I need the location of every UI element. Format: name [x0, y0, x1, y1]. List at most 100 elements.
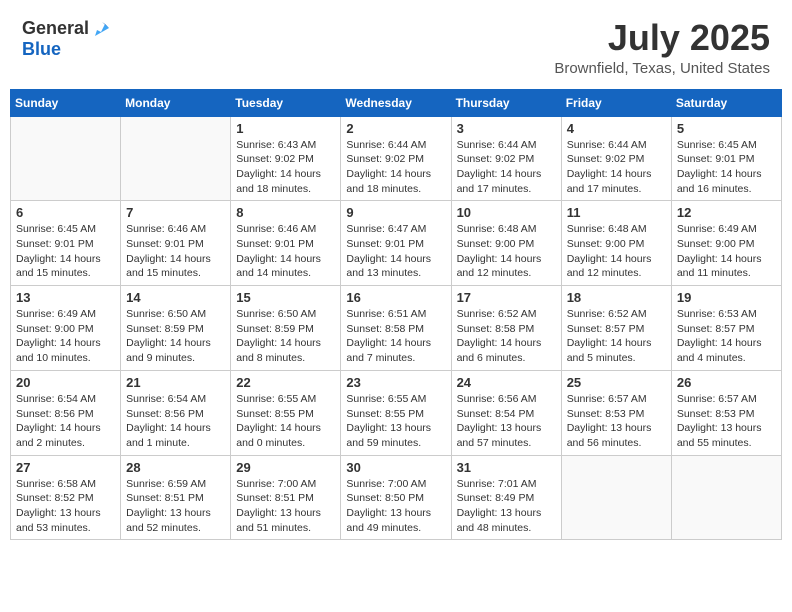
calendar-cell: 10Sunrise: 6:48 AM Sunset: 9:00 PM Dayli…	[451, 201, 561, 286]
day-number: 27	[16, 460, 115, 475]
calendar-cell: 17Sunrise: 6:52 AM Sunset: 8:58 PM Dayli…	[451, 286, 561, 371]
day-info: Sunrise: 6:46 AM Sunset: 9:01 PM Dayligh…	[236, 222, 335, 281]
day-info: Sunrise: 6:44 AM Sunset: 9:02 PM Dayligh…	[567, 138, 666, 197]
calendar-cell: 8Sunrise: 6:46 AM Sunset: 9:01 PM Daylig…	[231, 201, 341, 286]
calendar-cell: 6Sunrise: 6:45 AM Sunset: 9:01 PM Daylig…	[11, 201, 121, 286]
day-info: Sunrise: 6:49 AM Sunset: 9:00 PM Dayligh…	[16, 307, 115, 366]
calendar-cell: 7 Sunrise: 6:46 AM Sunset: 9:01 PM Daylig…	[121, 201, 231, 286]
day-info: Sunrise: 6:44 AM Sunset: 9:02 PM Dayligh…	[346, 138, 445, 197]
day-number: 1	[236, 121, 335, 136]
calendar-cell: 9 Sunrise: 6:47 AM Sunset: 9:01 PM Daylig…	[341, 201, 451, 286]
calendar-cell: 12 Sunrise: 6:49 AM Sunset: 9:00 PM Dayli…	[671, 201, 781, 286]
calendar-week-row: 27 Sunrise: 6:58 AM Sunset: 8:52 PM Dayli…	[11, 455, 782, 540]
day-info: Sunrise: 6:48 AM Sunset: 9:00 PM Dayligh…	[567, 222, 666, 281]
weekday-header: Friday	[561, 89, 671, 116]
day-number: 2	[346, 121, 445, 136]
day-info: Sunrise: 6:43 AM Sunset: 9:02 PM Dayligh…	[236, 138, 335, 197]
calendar-cell: 16 Sunrise: 6:51 AM Sunset: 8:58 PM Dayli…	[341, 286, 451, 371]
calendar-subtitle: Brownfield, Texas, United States	[554, 60, 770, 77]
calendar-cell: 5 Sunrise: 6:45 AM Sunset: 9:01 PM Daylig…	[671, 116, 781, 201]
calendar-cell: 30 Sunrise: 7:00 AM Sunset: 8:50 PM Dayli…	[341, 455, 451, 540]
day-number: 4	[567, 121, 666, 136]
calendar-cell	[561, 455, 671, 540]
calendar-cell: 18 Sunrise: 6:52 AM Sunset: 8:57 PM Dayli…	[561, 286, 671, 371]
day-info: Sunrise: 6:52 AM Sunset: 8:57 PM Dayligh…	[567, 307, 666, 366]
day-info: Sunrise: 6:54 AM Sunset: 8:56 PM Dayligh…	[126, 392, 225, 451]
weekday-header: Monday	[121, 89, 231, 116]
day-info: Sunrise: 6:55 AM Sunset: 8:55 PM Dayligh…	[346, 392, 445, 451]
day-info: Sunrise: 6:48 AM Sunset: 9:00 PM Dayligh…	[457, 222, 556, 281]
calendar-cell: 31Sunrise: 7:01 AM Sunset: 8:49 PM Dayli…	[451, 455, 561, 540]
day-info: Sunrise: 6:56 AM Sunset: 8:54 PM Dayligh…	[457, 392, 556, 451]
calendar-week-row: 13 Sunrise: 6:49 AM Sunset: 9:00 PM Dayli…	[11, 286, 782, 371]
day-info: Sunrise: 6:58 AM Sunset: 8:52 PM Dayligh…	[16, 477, 115, 536]
day-info: Sunrise: 7:00 AM Sunset: 8:51 PM Dayligh…	[236, 477, 335, 536]
day-number: 3	[457, 121, 556, 136]
day-info: Sunrise: 6:57 AM Sunset: 8:53 PM Dayligh…	[567, 392, 666, 451]
day-info: Sunrise: 6:50 AM Sunset: 8:59 PM Dayligh…	[236, 307, 335, 366]
calendar-cell: 3Sunrise: 6:44 AM Sunset: 9:02 PM Daylig…	[451, 116, 561, 201]
day-number: 15	[236, 290, 335, 305]
calendar-cell: 26 Sunrise: 6:57 AM Sunset: 8:53 PM Dayli…	[671, 370, 781, 455]
calendar-cell: 25 Sunrise: 6:57 AM Sunset: 8:53 PM Dayli…	[561, 370, 671, 455]
calendar-cell: 14 Sunrise: 6:50 AM Sunset: 8:59 PM Dayli…	[121, 286, 231, 371]
day-info: Sunrise: 6:59 AM Sunset: 8:51 PM Dayligh…	[126, 477, 225, 536]
calendar-cell: 20 Sunrise: 6:54 AM Sunset: 8:56 PM Dayli…	[11, 370, 121, 455]
day-info: Sunrise: 6:50 AM Sunset: 8:59 PM Dayligh…	[126, 307, 225, 366]
weekday-header: Wednesday	[341, 89, 451, 116]
title-block: July 2025 Brownfield, Texas, United Stat…	[554, 18, 770, 77]
day-info: Sunrise: 6:47 AM Sunset: 9:01 PM Dayligh…	[346, 222, 445, 281]
calendar-cell: 24 Sunrise: 6:56 AM Sunset: 8:54 PM Dayli…	[451, 370, 561, 455]
calendar-cell	[11, 116, 121, 201]
day-number: 12	[677, 205, 776, 220]
weekday-header-row: SundayMondayTuesdayWednesdayThursdayFrid…	[11, 89, 782, 116]
day-number: 5	[677, 121, 776, 136]
day-number: 11	[567, 205, 666, 220]
calendar-title: July 2025	[554, 18, 770, 58]
day-number: 9	[346, 205, 445, 220]
day-info: Sunrise: 6:51 AM Sunset: 8:58 PM Dayligh…	[346, 307, 445, 366]
calendar-cell: 13 Sunrise: 6:49 AM Sunset: 9:00 PM Dayli…	[11, 286, 121, 371]
day-info: Sunrise: 6:53 AM Sunset: 8:57 PM Dayligh…	[677, 307, 776, 366]
day-info: Sunrise: 6:45 AM Sunset: 9:01 PM Dayligh…	[16, 222, 115, 281]
day-number: 26	[677, 375, 776, 390]
day-number: 21	[126, 375, 225, 390]
weekday-header: Tuesday	[231, 89, 341, 116]
day-info: Sunrise: 6:45 AM Sunset: 9:01 PM Dayligh…	[677, 138, 776, 197]
calendar-week-row: 20 Sunrise: 6:54 AM Sunset: 8:56 PM Dayli…	[11, 370, 782, 455]
day-info: Sunrise: 6:54 AM Sunset: 8:56 PM Dayligh…	[16, 392, 115, 451]
day-info: Sunrise: 7:00 AM Sunset: 8:50 PM Dayligh…	[346, 477, 445, 536]
calendar-cell: 4 Sunrise: 6:44 AM Sunset: 9:02 PM Daylig…	[561, 116, 671, 201]
day-info: Sunrise: 6:57 AM Sunset: 8:53 PM Dayligh…	[677, 392, 776, 451]
calendar-cell: 27 Sunrise: 6:58 AM Sunset: 8:52 PM Dayli…	[11, 455, 121, 540]
calendar-cell: 28Sunrise: 6:59 AM Sunset: 8:51 PM Dayli…	[121, 455, 231, 540]
day-info: Sunrise: 6:49 AM Sunset: 9:00 PM Dayligh…	[677, 222, 776, 281]
calendar-cell: 15 Sunrise: 6:50 AM Sunset: 8:59 PM Dayli…	[231, 286, 341, 371]
calendar-cell: 21 Sunrise: 6:54 AM Sunset: 8:56 PM Dayli…	[121, 370, 231, 455]
logo-icon	[91, 18, 113, 40]
day-number: 7	[126, 205, 225, 220]
day-number: 14	[126, 290, 225, 305]
calendar-week-row: 6Sunrise: 6:45 AM Sunset: 9:01 PM Daylig…	[11, 201, 782, 286]
day-number: 30	[346, 460, 445, 475]
day-number: 13	[16, 290, 115, 305]
day-number: 20	[16, 375, 115, 390]
weekday-header: Thursday	[451, 89, 561, 116]
logo-blue: Blue	[22, 40, 61, 60]
calendar-cell: 19Sunrise: 6:53 AM Sunset: 8:57 PM Dayli…	[671, 286, 781, 371]
calendar-cell: 11 Sunrise: 6:48 AM Sunset: 9:00 PM Dayli…	[561, 201, 671, 286]
calendar-week-row: 1 Sunrise: 6:43 AM Sunset: 9:02 PM Daylig…	[11, 116, 782, 201]
day-number: 24	[457, 375, 556, 390]
calendar-cell: 29Sunrise: 7:00 AM Sunset: 8:51 PM Dayli…	[231, 455, 341, 540]
day-number: 18	[567, 290, 666, 305]
logo-general: General	[22, 19, 89, 39]
calendar-cell: 23 Sunrise: 6:55 AM Sunset: 8:55 PM Dayli…	[341, 370, 451, 455]
logo: General Blue	[22, 18, 113, 60]
day-number: 16	[346, 290, 445, 305]
weekday-header: Saturday	[671, 89, 781, 116]
calendar-cell: 22Sunrise: 6:55 AM Sunset: 8:55 PM Dayli…	[231, 370, 341, 455]
day-info: Sunrise: 6:46 AM Sunset: 9:01 PM Dayligh…	[126, 222, 225, 281]
header: General Blue July 2025 Brownfield, Texas…	[10, 10, 782, 81]
day-number: 25	[567, 375, 666, 390]
day-number: 23	[346, 375, 445, 390]
